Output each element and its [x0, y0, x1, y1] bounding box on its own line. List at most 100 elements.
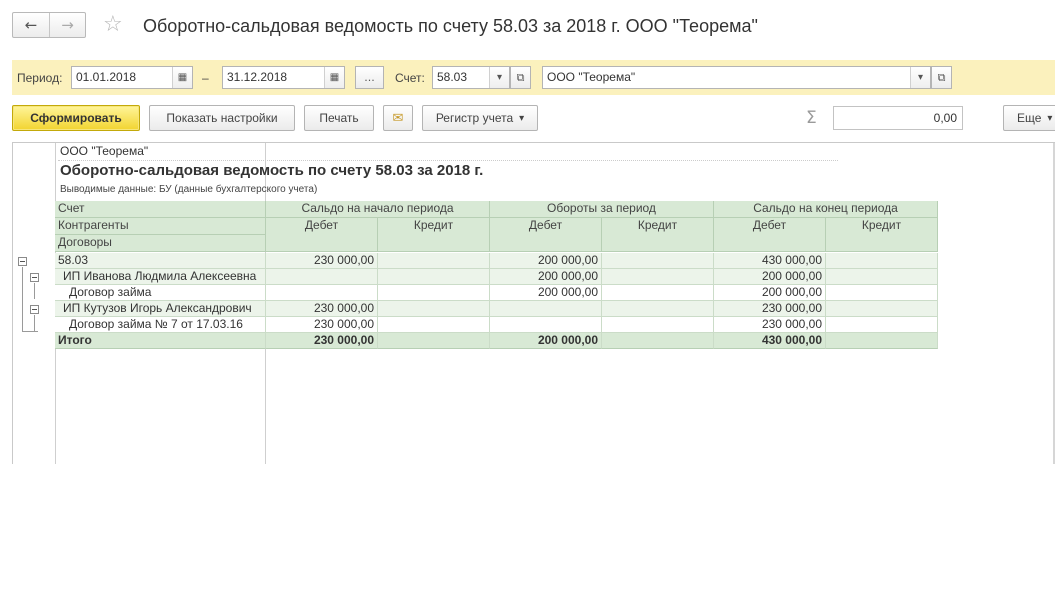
row-turnover-credit[interactable]	[602, 285, 714, 301]
row-turnover-credit[interactable]	[602, 301, 714, 317]
row-name[interactable]: ИП Иванова Людмила Алексеевна	[55, 269, 266, 285]
total-opening-credit[interactable]	[378, 333, 490, 349]
more-button[interactable]: Еще ▾	[1003, 105, 1055, 131]
chevron-down-icon[interactable]: ▾	[489, 67, 509, 88]
row-turnover-debit[interactable]: 200 000,00	[490, 269, 602, 285]
row-opening-credit[interactable]	[378, 285, 490, 301]
chevron-down-icon: ▾	[519, 112, 525, 124]
row-opening-credit[interactable]	[378, 269, 490, 285]
window-title: Оборотно-сальдовая ведомость по счету 58…	[143, 16, 758, 36]
sum-field: 0,00	[833, 106, 963, 130]
total-opening-debit[interactable]: 230 000,00	[266, 333, 378, 349]
back-arrow-icon[interactable]: ←	[13, 13, 49, 37]
register-label: Регистр учета	[435, 111, 514, 125]
header-turnover: Обороты за период	[490, 201, 714, 218]
show-settings-button[interactable]: Показать настройки	[149, 105, 295, 131]
row-closing-debit[interactable]: 430 000,00	[714, 253, 826, 269]
row-opening-debit[interactable]: 230 000,00	[266, 317, 378, 333]
row-closing-credit[interactable]	[826, 317, 938, 333]
title-bar: ← → ☆ Оборотно-сальдовая ведомость по сч…	[0, 0, 1055, 54]
forward-arrow-icon[interactable]: →	[49, 13, 85, 37]
total-closing-credit[interactable]	[826, 333, 938, 349]
row-closing-credit[interactable]	[826, 253, 938, 269]
header-account: Счет	[55, 201, 266, 218]
row-closing-debit[interactable]: 230 000,00	[714, 317, 826, 333]
mail-icon[interactable]: ✉	[383, 105, 413, 131]
row-opening-debit[interactable]: 230 000,00	[266, 301, 378, 317]
collapse-counterparty-icon[interactable]	[30, 305, 39, 314]
period-dash: –	[202, 71, 209, 85]
row-opening-debit[interactable]: 230 000,00	[266, 253, 378, 269]
row-turnover-debit[interactable]: 200 000,00	[490, 285, 602, 301]
row-turnover-credit[interactable]	[602, 253, 714, 269]
account-field[interactable]: 58.03 ▾	[432, 66, 510, 89]
collapse-counterparty-icon[interactable]	[30, 273, 39, 282]
row-opening-credit[interactable]	[378, 253, 490, 269]
total-label[interactable]: Итого	[55, 333, 266, 349]
date-from-value: 01.01.2018	[76, 70, 137, 84]
date-to-value: 31.12.2018	[227, 70, 288, 84]
collapse-account-icon[interactable]	[18, 257, 27, 266]
navigation-buttons: ← →	[12, 12, 86, 38]
row-name[interactable]: 58.03	[55, 253, 266, 269]
total-turnover-debit[interactable]: 200 000,00	[490, 333, 602, 349]
row-opening-credit[interactable]	[378, 317, 490, 333]
row-closing-credit[interactable]	[826, 285, 938, 301]
tree-line	[34, 283, 35, 299]
row-turnover-debit[interactable]	[490, 317, 602, 333]
row-turnover-credit[interactable]	[602, 269, 714, 285]
tree-line	[34, 315, 35, 331]
row-opening-debit[interactable]	[266, 285, 378, 301]
report-organization: ООО "Теорема"	[58, 143, 838, 161]
header-opening-credit: Кредит	[378, 218, 490, 252]
total-turnover-credit[interactable]	[602, 333, 714, 349]
row-name[interactable]: ИП Кутузов Игорь Александрович	[55, 301, 266, 317]
open-account-icon[interactable]: ⧉	[510, 66, 531, 89]
organization-field[interactable]: ООО "Теорема" ▾	[542, 66, 931, 89]
row-closing-debit[interactable]: 230 000,00	[714, 301, 826, 317]
row-opening-credit[interactable]	[378, 301, 490, 317]
header-closing-debit: Дебет	[714, 218, 826, 252]
generate-button[interactable]: Сформировать	[12, 105, 140, 131]
tree-line	[22, 331, 38, 332]
parameters-panel: Период: 01.01.2018 ▦ – 31.12.2018 ▦ ... …	[12, 60, 1055, 95]
print-button[interactable]: Печать	[304, 105, 374, 131]
row-turnover-credit[interactable]	[602, 317, 714, 333]
period-label: Период:	[17, 71, 63, 85]
total-closing-debit[interactable]: 430 000,00	[714, 333, 826, 349]
chevron-down-icon: ▾	[1047, 112, 1053, 124]
header-turnover-credit: Кредит	[602, 218, 714, 252]
accounting-register-button[interactable]: Регистр учета ▾	[422, 105, 538, 131]
header-contracts: Договоры	[55, 235, 266, 252]
tree-line	[22, 267, 23, 331]
date-from-field[interactable]: 01.01.2018 ▦	[71, 66, 193, 89]
row-turnover-debit[interactable]	[490, 301, 602, 317]
header-closing-credit: Кредит	[826, 218, 938, 252]
account-value: 58.03	[437, 70, 468, 84]
report-title: Оборотно-сальдовая ведомость по счету 58…	[60, 162, 484, 179]
chevron-down-icon[interactable]: ▾	[910, 67, 930, 88]
open-organization-icon[interactable]: ⧉	[931, 66, 952, 89]
header-opening-balance: Сальдо на начало периода	[266, 201, 490, 218]
sigma-icon: Σ	[806, 108, 817, 128]
row-closing-credit[interactable]	[826, 301, 938, 317]
report-area[interactable]: ООО "Теорема" Оборотно-сальдовая ведомос…	[12, 142, 1055, 464]
header-turnover-debit: Дебет	[490, 218, 602, 252]
row-name[interactable]: Договор займа	[55, 285, 266, 301]
header-opening-debit: Дебет	[266, 218, 378, 252]
row-turnover-debit[interactable]: 200 000,00	[490, 253, 602, 269]
calendar-icon[interactable]: ▦	[172, 67, 192, 88]
report-output-data: Выводимые данные: БУ (данные бухгалтерск…	[60, 184, 318, 195]
organization-value: ООО "Теорема"	[547, 70, 636, 84]
row-closing-credit[interactable]	[826, 269, 938, 285]
header-counterparties: Контрагенты	[55, 218, 266, 235]
row-name[interactable]: Договор займа № 7 от 17.03.16	[55, 317, 266, 333]
account-label: Счет:	[395, 71, 425, 85]
date-to-field[interactable]: 31.12.2018 ▦	[222, 66, 345, 89]
row-closing-debit[interactable]: 200 000,00	[714, 269, 826, 285]
favorite-star-icon[interactable]: ☆	[103, 12, 123, 38]
select-period-button[interactable]: ...	[355, 66, 384, 89]
row-opening-debit[interactable]	[266, 269, 378, 285]
calendar-icon[interactable]: ▦	[324, 67, 344, 88]
row-closing-debit[interactable]: 200 000,00	[714, 285, 826, 301]
